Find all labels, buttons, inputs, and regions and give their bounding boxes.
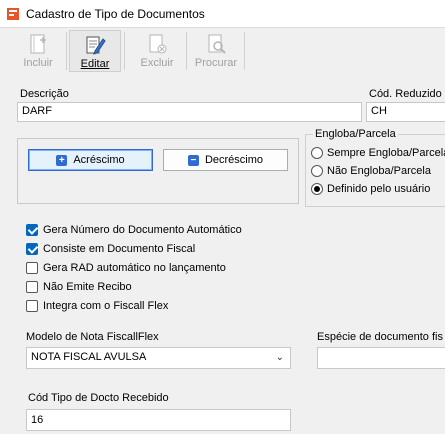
incluir-button[interactable]: Incluir	[12, 30, 64, 72]
options-checklist: Gera Número do Documento Automático Cons…	[26, 220, 326, 315]
check-label: Gera RAD automático no lançamento	[43, 261, 226, 274]
check-label: Integra com o Fiscall Flex	[43, 299, 169, 312]
minus-icon: −	[187, 154, 199, 166]
incluir-label: Incluir	[23, 57, 53, 69]
cod-tipo-input[interactable]: 16	[26, 409, 291, 431]
plus-icon: +	[56, 154, 68, 166]
new-document-icon	[30, 34, 46, 54]
check-nao-emite-recibo[interactable]: Não Emite Recibo	[26, 277, 326, 296]
edit-document-icon	[86, 36, 106, 55]
modelo-label: Modelo de Nota FiscallFlex	[26, 331, 159, 343]
decrescimo-button[interactable]: − Decréscimo	[163, 149, 288, 171]
chevron-down-icon: ⌄	[275, 352, 284, 363]
check-integra-fiscall[interactable]: Integra com o Fiscall Flex	[26, 296, 326, 315]
checkbox[interactable]	[26, 299, 38, 312]
editar-button[interactable]: Editar	[69, 30, 121, 72]
cod-tipo-label: Cód Tipo de Docto Recebido	[28, 392, 169, 404]
toolbar-divider	[186, 32, 187, 70]
check-gera-numero[interactable]: Gera Número do Documento Automático	[26, 220, 326, 239]
editar-label: Editar	[80, 58, 110, 70]
especie-label: Espécie de documento fis	[317, 331, 443, 343]
acrescimo-label: Acréscimo	[73, 154, 125, 166]
app-icon	[7, 8, 19, 20]
radio-definido-usuario[interactable]: Definido pelo usuário	[311, 180, 430, 198]
radio-button[interactable]	[311, 183, 323, 195]
toolbar: Incluir Editar Excluir Procurar	[0, 28, 445, 74]
search-document-icon	[208, 34, 226, 54]
checkbox[interactable]	[26, 223, 38, 236]
check-gera-rad[interactable]: Gera RAD automático no lançamento	[26, 258, 326, 277]
cod-reduzido-label: Cód. Reduzido	[369, 88, 442, 100]
engloba-title: Engloba/Parcela	[313, 128, 398, 140]
checkbox[interactable]	[26, 242, 38, 255]
excluir-button[interactable]: Excluir	[131, 30, 183, 72]
checkbox[interactable]	[26, 280, 38, 293]
decrescimo-label: Decréscimo	[204, 154, 264, 166]
radio-label: Definido pelo usuário	[327, 183, 431, 195]
check-consiste-fiscal[interactable]: Consiste em Documento Fiscal	[26, 239, 326, 258]
cod-reduzido-input[interactable]: CH	[366, 102, 445, 122]
engloba-group: Engloba/Parcela Sempre Engloba/Parcela N…	[305, 127, 445, 207]
descricao-label: Descrição	[20, 88, 69, 100]
especie-input[interactable]	[317, 347, 445, 369]
procurar-label: Procurar	[194, 57, 238, 69]
check-label: Não Emite Recibo	[43, 280, 132, 293]
check-label: Consiste em Documento Fiscal	[43, 242, 196, 255]
radio-label: Sempre Engloba/Parcela	[327, 147, 445, 159]
checkbox[interactable]	[26, 261, 38, 274]
radio-label: Não Engloba/Parcela	[327, 165, 431, 177]
window-title: Cadastro de Tipo de Documentos	[26, 7, 205, 21]
radio-button[interactable]	[311, 165, 323, 177]
modelo-select[interactable]: NOTA FISCAL AVULSA ⌄	[26, 347, 291, 369]
toolbar-divider	[66, 32, 67, 70]
excluir-label: Excluir	[140, 57, 174, 69]
procurar-button[interactable]: Procurar	[190, 30, 242, 72]
title-bar: Cadastro de Tipo de Documentos	[0, 0, 445, 28]
toolbar-divider	[124, 32, 125, 70]
radio-button[interactable]	[311, 147, 323, 159]
radio-nao-engloba[interactable]: Não Engloba/Parcela	[311, 162, 431, 180]
ajuste-panel: + Acréscimo − Decréscimo	[17, 138, 299, 204]
toolbar-divider	[244, 32, 245, 70]
check-label: Gera Número do Documento Automático	[43, 223, 242, 236]
delete-document-icon	[149, 34, 167, 54]
radio-sempre-engloba[interactable]: Sempre Engloba/Parcela	[311, 144, 445, 162]
descricao-input[interactable]: DARF	[17, 102, 362, 122]
modelo-value: NOTA FISCAL AVULSA	[31, 351, 147, 363]
acrescimo-button[interactable]: + Acréscimo	[28, 149, 153, 171]
